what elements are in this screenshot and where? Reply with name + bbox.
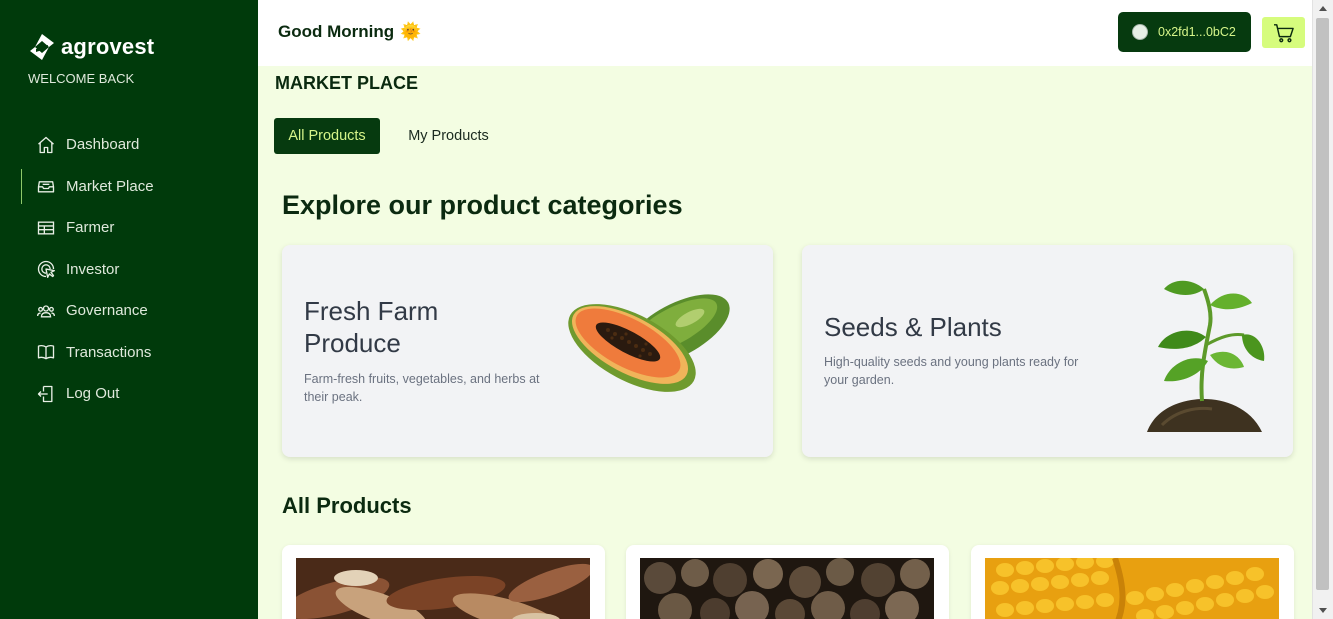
table-icon: [36, 218, 56, 238]
greeting-text: Good Morning: [278, 22, 395, 41]
inbox-icon: [36, 176, 56, 196]
sidebar-item-governance[interactable]: Governance: [0, 290, 258, 332]
page-scrollbar[interactable]: [1312, 0, 1333, 619]
book-icon: [36, 342, 56, 362]
home-icon: [36, 135, 56, 155]
sidebar-item-label: Investor: [66, 260, 120, 278]
all-products-heading: All Products: [282, 493, 412, 518]
product-card[interactable]: [971, 545, 1294, 619]
sidebar-item-investor[interactable]: Investor: [0, 249, 258, 291]
sun-emoji-icon: 🌞: [400, 22, 422, 41]
greeting: Good Morning 🌞: [278, 22, 421, 42]
brand-name: agrovest: [61, 34, 155, 59]
tab-all-products[interactable]: All Products: [274, 118, 380, 154]
category-card-seeds-plants[interactable]: Seeds & Plants High-quality seeds and yo…: [802, 245, 1293, 457]
pointer-icon: [36, 259, 56, 279]
logout-icon: [36, 384, 56, 404]
wallet-address: 0x2fd1...0bC2: [1158, 25, 1236, 39]
sidebar-item-dashboard[interactable]: Dashboard: [0, 124, 258, 166]
wallet-button[interactable]: 0x2fd1...0bC2: [1118, 12, 1251, 52]
users-icon: [36, 301, 56, 321]
welcome-text: WELCOME BACK: [28, 71, 135, 86]
sidebar: agrovest WELCOME BACK Dashboard Market P…: [0, 0, 258, 619]
sidebar-item-transactions[interactable]: Transactions: [0, 332, 258, 374]
sidebar-item-market-place[interactable]: Market Place: [0, 166, 258, 208]
sidebar-nav: Dashboard Market Place Farmer Investor G…: [0, 124, 258, 415]
top-header: Good Morning 🌞 0x2fd1...0bC2: [258, 0, 1312, 66]
category-description: Farm-fresh fruits, vegetables, and herbs…: [304, 372, 540, 404]
category-title: Seeds & Plants: [824, 312, 1002, 342]
product-card[interactable]: [626, 545, 949, 619]
sidebar-item-log-out[interactable]: Log Out: [0, 373, 258, 415]
papaya-image: [568, 294, 730, 392]
scroll-thumb[interactable]: [1316, 18, 1329, 590]
tab-my-products[interactable]: My Products: [396, 118, 501, 154]
category-description: High-quality seeds and young plants read…: [824, 355, 1079, 387]
corn-image: [985, 558, 1279, 619]
cassava-image: [296, 558, 590, 619]
page-title: MARKET PLACE: [275, 73, 418, 93]
sidebar-item-label: Dashboard: [66, 136, 140, 154]
category-card-fresh-produce[interactable]: Fresh Farm Produce Farm-fresh fruits, ve…: [282, 245, 773, 457]
brand-logo[interactable]: agrovest: [27, 32, 154, 62]
sidebar-item-label: Transactions: [66, 343, 152, 361]
yams-image: [640, 558, 934, 619]
cart-button[interactable]: [1262, 17, 1305, 48]
scroll-up-arrow-icon[interactable]: [1319, 6, 1327, 11]
cart-icon: [1273, 23, 1294, 42]
sidebar-item-label: Log Out: [66, 385, 120, 403]
sidebar-item-label: Market Place: [66, 177, 154, 195]
seedling-image: [1147, 280, 1265, 432]
sidebar-item-label: Farmer: [66, 219, 115, 237]
categories-heading: Explore our product categories: [282, 190, 683, 220]
category-title: Fresh Farm Produce: [304, 296, 439, 358]
wallet-avatar: [1132, 24, 1148, 40]
agrovest-logo-icon: [30, 34, 54, 60]
scroll-down-arrow-icon[interactable]: [1319, 608, 1327, 613]
product-card[interactable]: [282, 545, 605, 619]
sidebar-item-farmer[interactable]: Farmer: [0, 207, 258, 249]
sidebar-item-label: Governance: [66, 302, 148, 320]
